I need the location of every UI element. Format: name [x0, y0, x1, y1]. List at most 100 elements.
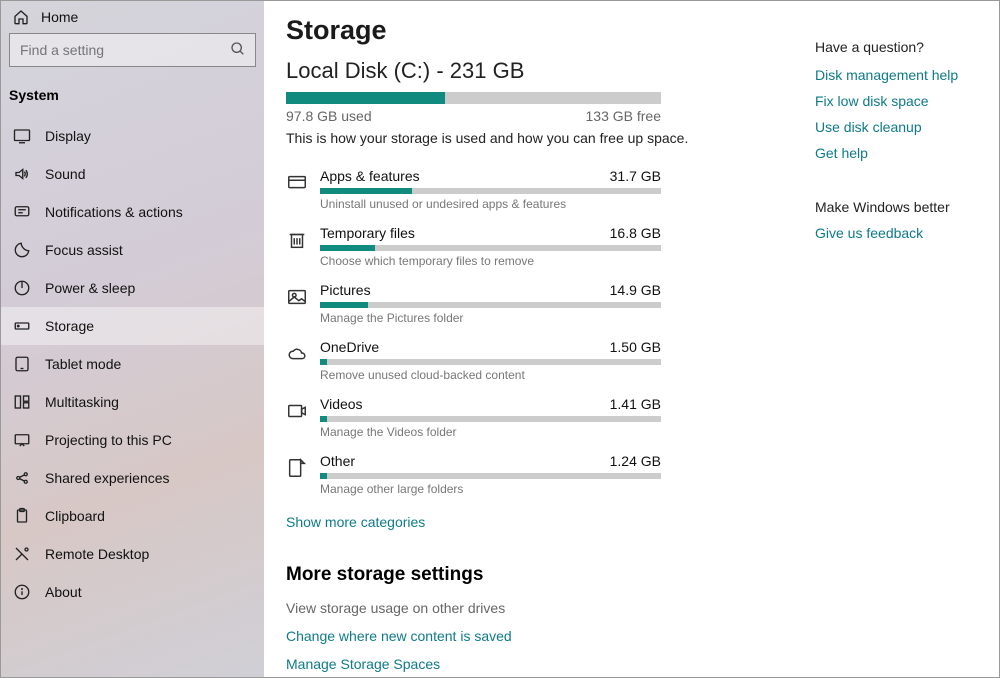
sidebar-item-remote[interactable]: Remote Desktop — [1, 535, 264, 573]
sidebar-item-label: Notifications & actions — [45, 204, 183, 220]
sidebar-item-label: Sound — [45, 166, 85, 182]
category-size: 1.24 GB — [610, 453, 661, 469]
category-size: 31.7 GB — [610, 168, 661, 184]
sidebar: Home System Display Sound Notifications & … — [1, 1, 264, 677]
category-name: Other — [320, 453, 355, 469]
notifications-icon — [13, 203, 31, 221]
help-link[interactable]: Fix low disk space — [815, 93, 985, 109]
page-title: Storage — [286, 15, 791, 46]
sidebar-item-label: Display — [45, 128, 91, 144]
sidebar-item-label: Focus assist — [45, 242, 123, 258]
sidebar-item-power[interactable]: Power & sleep — [1, 269, 264, 307]
sidebar-item-display[interactable]: Display — [1, 117, 264, 155]
more-settings-heading: More storage settings — [286, 564, 791, 586]
home-label: Home — [41, 9, 78, 25]
category-hint: Manage the Videos folder — [320, 425, 661, 439]
more-link[interactable]: Change where new content is saved — [286, 628, 791, 644]
section-title: System — [1, 79, 264, 117]
search-input[interactable] — [9, 33, 256, 67]
category-list: Apps & features31.7 GBUninstall unused o… — [286, 164, 791, 506]
search-icon — [230, 41, 246, 62]
category-bar — [320, 188, 661, 194]
videos-icon — [286, 396, 320, 439]
category-size: 1.50 GB — [610, 339, 661, 355]
sidebar-item-label: Power & sleep — [45, 280, 135, 296]
sidebar-item-label: Remote Desktop — [45, 546, 149, 562]
help-links: Disk management help Fix low disk space Us… — [815, 67, 985, 161]
sidebar-item-label: About — [45, 584, 82, 600]
category-size: 16.8 GB — [610, 225, 661, 241]
onedrive-icon — [286, 339, 320, 382]
more-link[interactable]: Manage Storage Spaces — [286, 656, 791, 672]
sidebar-item-label: Shared experiences — [45, 470, 170, 486]
category-bar-fill — [320, 359, 327, 365]
category-hint: Manage other large folders — [320, 482, 661, 496]
main: Storage Local Disk (C:) - 231 GB 97.8 GB… — [264, 1, 999, 677]
sidebar-item-label: Projecting to this PC — [45, 432, 172, 448]
other-icon — [286, 453, 320, 496]
sidebar-item-sound[interactable]: Sound — [1, 155, 264, 193]
remote-icon — [13, 545, 31, 563]
pictures-icon — [286, 282, 320, 325]
disk-title: Local Disk (C:) - 231 GB — [286, 58, 791, 84]
sidebar-item-multitasking[interactable]: Multitasking — [1, 383, 264, 421]
sidebar-item-label: Multitasking — [45, 394, 119, 410]
feedback-link[interactable]: Give us feedback — [815, 225, 985, 241]
focus-icon — [13, 241, 31, 259]
category-bar — [320, 302, 661, 308]
sidebar-item-clipboard[interactable]: Clipboard — [1, 497, 264, 535]
used-label: 97.8 GB used — [286, 108, 372, 124]
about-icon — [13, 583, 31, 601]
category-hint: Manage the Pictures folder — [320, 311, 661, 325]
category-bar-fill — [320, 245, 375, 251]
apps-icon — [286, 168, 320, 211]
help-link[interactable]: Disk management help — [815, 67, 985, 83]
sidebar-item-label: Storage — [45, 318, 94, 334]
more-links: View storage usage on other drives Change… — [286, 600, 791, 672]
sidebar-item-projecting[interactable]: Projecting to this PC — [1, 421, 264, 459]
show-more-link[interactable]: Show more categories — [286, 514, 425, 530]
category-name: Temporary files — [320, 225, 415, 241]
category-temp[interactable]: Temporary files 16.8 GB Choose which tempo… — [286, 221, 661, 278]
category-other[interactable]: Other 1.24 GB Manage other large folders — [286, 449, 661, 506]
storage-icon — [13, 317, 31, 335]
more-link[interactable]: View storage usage on other drives — [286, 600, 791, 616]
right-panel: Have a question? Disk management help Fix… — [809, 1, 999, 677]
category-name: Pictures — [320, 282, 371, 298]
clipboard-icon — [13, 507, 31, 525]
category-bar — [320, 416, 661, 422]
category-videos[interactable]: Videos1.41 GBManage the Videos folder — [286, 392, 661, 449]
help-link[interactable]: Use disk cleanup — [815, 119, 985, 135]
sidebar-item-notifications[interactable]: Notifications & actions — [1, 193, 264, 231]
category-bar-fill — [320, 302, 368, 308]
question-heading: Have a question? — [815, 39, 985, 55]
sidebar-item-storage[interactable]: Storage — [1, 307, 264, 345]
shared-icon — [13, 469, 31, 487]
temp-icon — [286, 225, 320, 268]
category-bar — [320, 473, 661, 479]
category-size: 1.41 GB — [610, 396, 661, 412]
category-bar-fill — [320, 473, 327, 479]
category-pictures[interactable]: Pictures14.9 GBManage the Pictures folde… — [286, 278, 661, 335]
category-bar-fill — [320, 416, 327, 422]
sound-icon — [13, 165, 31, 183]
category-hint: Uninstall unused or undesired apps & fea… — [320, 197, 661, 211]
category-bar — [320, 245, 661, 251]
category-apps[interactable]: Apps & features31.7 GBUninstall unused o… — [286, 164, 661, 221]
content: Storage Local Disk (C:) - 231 GB 97.8 GB… — [264, 1, 809, 677]
category-hint: Remove unused cloud-backed content — [320, 368, 661, 382]
sidebar-item-shared[interactable]: Shared experiences — [1, 459, 264, 497]
usage-bar-fill — [286, 92, 445, 104]
help-link[interactable]: Get help — [815, 145, 985, 161]
sidebar-item-label: Clipboard — [45, 508, 105, 524]
display-icon — [13, 127, 31, 145]
category-hint: Choose which temporary files to remove — [320, 254, 661, 268]
multitasking-icon — [13, 393, 31, 411]
sidebar-item-focus[interactable]: Focus assist — [1, 231, 264, 269]
sidebar-item-tablet[interactable]: Tablet mode — [1, 345, 264, 383]
sidebar-item-about[interactable]: About — [1, 573, 264, 611]
usage-bar — [286, 92, 661, 104]
home-nav[interactable]: Home — [1, 1, 264, 33]
power-icon — [13, 279, 31, 297]
category-onedrive[interactable]: OneDrive1.50 GBRemove unused cloud-backe… — [286, 335, 661, 392]
